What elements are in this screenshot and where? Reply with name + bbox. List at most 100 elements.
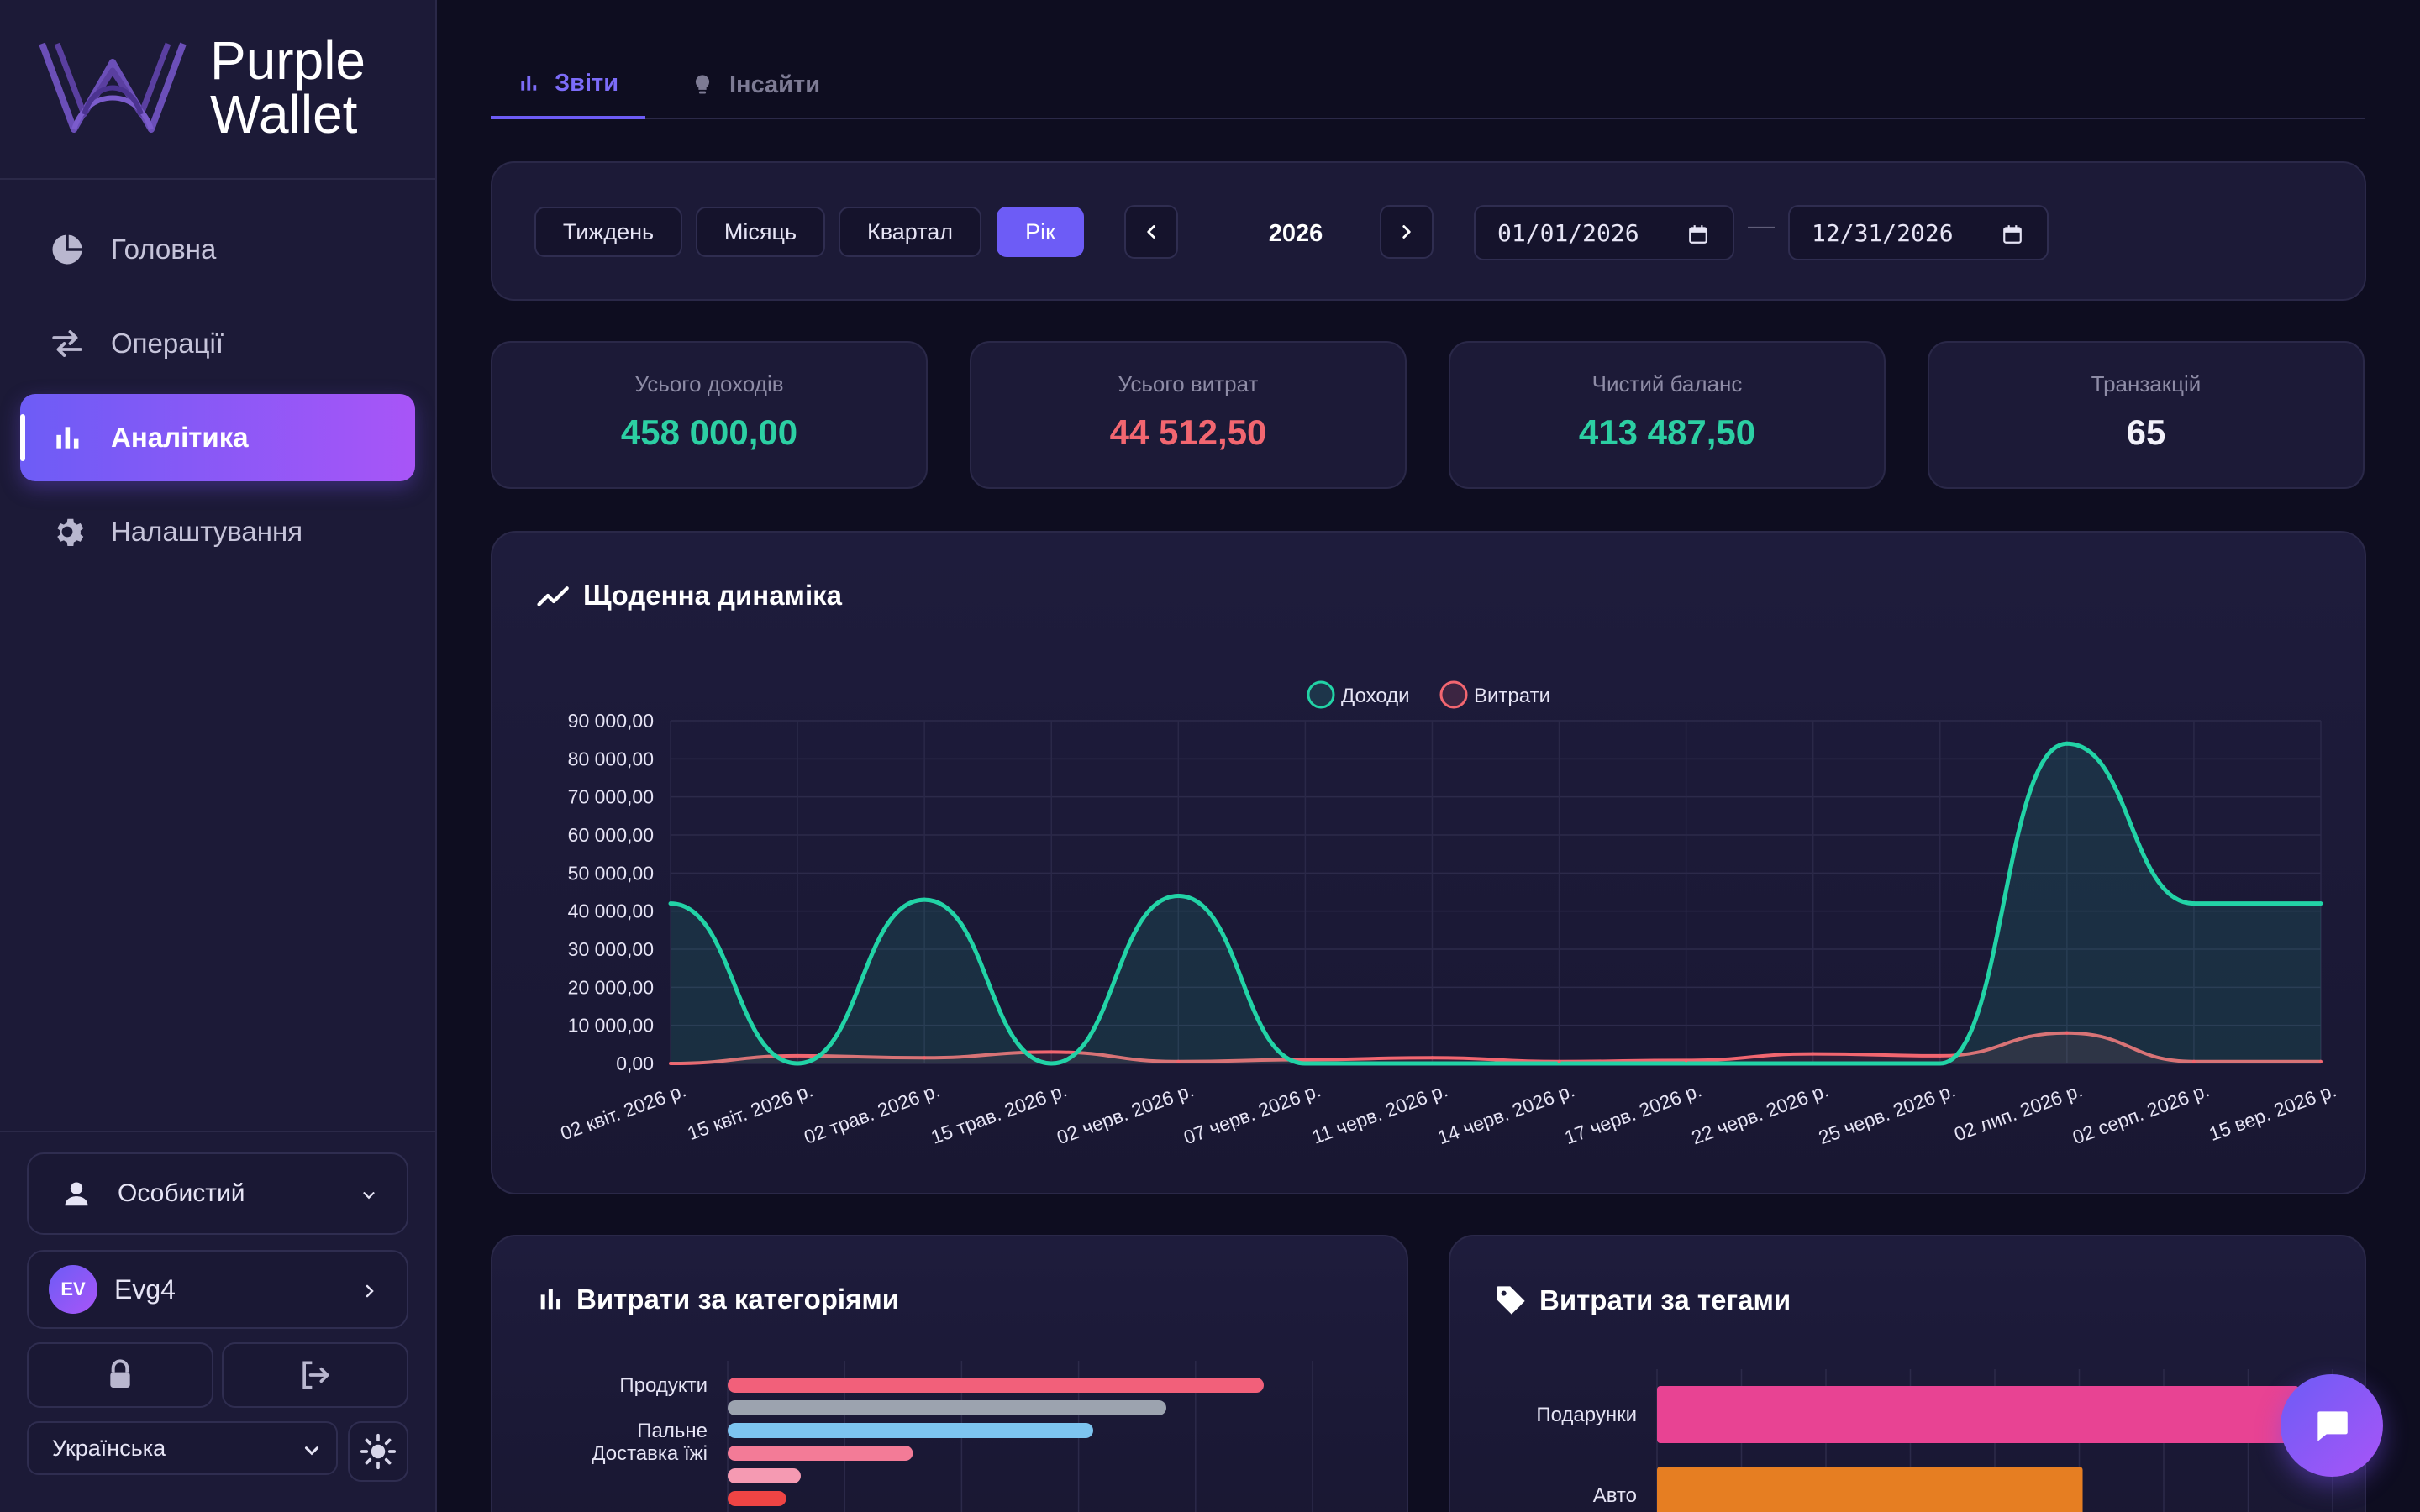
stat-label: Усього доходів — [634, 371, 784, 396]
income-point — [1429, 1061, 1434, 1066]
income-point — [1302, 1061, 1307, 1066]
stat-label: Транзакцій — [2091, 371, 2202, 396]
pie-chart-icon — [49, 231, 86, 268]
income-point — [668, 901, 673, 906]
stat-value: 413 487,50 — [1578, 412, 1756, 452]
calendar-icon[interactable] — [1687, 223, 1709, 251]
sidebar: Purple Wallet Головна Операції Аналітика — [0, 0, 437, 1512]
stat-card-transactions: Транзакцій 65 — [1928, 341, 2365, 489]
previous-period-button[interactable] — [1124, 205, 1178, 259]
theme-toggle-button[interactable] — [348, 1421, 408, 1482]
expenses-by-category-card: Витрати за категоріями Продукти Пальне Дос… — [491, 1235, 1408, 1512]
date-range-separator: — — [1748, 210, 1775, 240]
daily-dynamics-card: Щоденна динаміка Доходи Витрати 90 000,00 8… — [491, 531, 2366, 1194]
user-name: Evg4 — [114, 1273, 176, 1305]
purple-wallet-logo — [39, 42, 187, 133]
y-tick-label: 70 000,00 — [568, 786, 654, 808]
bar — [728, 1446, 913, 1461]
y-tick-label: 10 000,00 — [568, 1015, 654, 1037]
income-point — [2191, 901, 2196, 906]
x-tick-label: 14 черв. 2026 р. — [1434, 1079, 1577, 1148]
gear-icon — [49, 513, 86, 550]
y-tick-label: 80 000,00 — [568, 748, 654, 769]
sidebar-item-home[interactable]: Головна — [20, 206, 415, 293]
bar — [728, 1468, 801, 1483]
expense-point — [1430, 1056, 1434, 1060]
period-filter-card: Тиждень Місяць Квартал Рік 2026 01/01/20… — [491, 161, 2366, 301]
legend-label: Витрати — [1474, 685, 1550, 707]
profile-select[interactable]: Особистий — [27, 1152, 408, 1235]
legend-marker — [1439, 680, 1468, 709]
x-tick-label: 25 черв. 2026 р. — [1816, 1079, 1959, 1148]
y-tick-label: 20 000,00 — [568, 976, 654, 998]
tab-label: Звіти — [555, 69, 619, 97]
expense-point — [1303, 1058, 1307, 1062]
income-point — [795, 1061, 800, 1066]
expense-point — [1050, 1050, 1054, 1054]
expense-point — [1176, 1059, 1181, 1063]
sidebar-nav: Головна Операції Аналітика Налаштування — [20, 206, 415, 582]
stat-card-total-expenses: Усього витрат 44 512,50 — [970, 341, 1407, 489]
x-tick-label: 02 серп. 2026 р. — [2070, 1079, 2212, 1148]
sidebar-item-operations[interactable]: Операції — [20, 300, 415, 387]
current-year: 2026 — [1268, 219, 1323, 247]
x-tick-label: 17 черв. 2026 р. — [1561, 1079, 1704, 1148]
swap-arrows-icon — [49, 325, 86, 362]
brand[interactable]: Purple Wallet — [37, 34, 407, 151]
period-week-button[interactable]: Тиждень — [534, 207, 682, 257]
sidebar-item-settings[interactable]: Налаштування — [20, 488, 415, 575]
income-point — [2065, 741, 2070, 746]
date-from-input[interactable]: 01/01/2026 — [1474, 205, 1734, 260]
sidebar-item-analytics[interactable]: Аналітика — [20, 394, 415, 481]
bar — [728, 1378, 1264, 1393]
brand-line-2: Wallet — [210, 84, 358, 144]
calendar-icon[interactable] — [2002, 223, 2023, 251]
user-menu[interactable]: EV Evg4 — [27, 1250, 408, 1329]
income-point — [1811, 1061, 1816, 1066]
x-tick-label: 02 трав. 2026 р. — [801, 1079, 942, 1148]
bar-label: Авто — [1593, 1484, 1637, 1507]
x-tick-label: 15 трав. 2026 р. — [928, 1079, 1069, 1148]
language-label: Українська — [52, 1435, 166, 1461]
expense-point — [1557, 1059, 1561, 1063]
tab-insights[interactable]: Інсайти — [664, 50, 847, 119]
date-to-value: 12/31/2026 — [1812, 218, 1954, 247]
x-tick-label: 15 квіт. 2026 р. — [684, 1079, 815, 1144]
sidebar-item-label: Операції — [111, 328, 224, 359]
expense-point — [1684, 1058, 1688, 1063]
report-tabs: Звіти Інсайти — [491, 50, 2365, 119]
stat-value: 44 512,50 — [1109, 412, 1267, 452]
logout-button[interactable] — [222, 1342, 408, 1408]
x-tick-label: 02 лип. 2026 р. — [1951, 1079, 2085, 1145]
chevron-right-icon — [360, 1277, 380, 1308]
legend-marker — [1307, 680, 1335, 709]
chat-button[interactable] — [2281, 1374, 2383, 1477]
next-period-button[interactable] — [1380, 205, 1434, 259]
logout-icon — [297, 1357, 334, 1394]
period-quarter-button[interactable]: Квартал — [839, 207, 981, 257]
expense-point — [2319, 1059, 2323, 1063]
x-tick-label: 07 черв. 2026 р. — [1181, 1079, 1323, 1148]
stat-label: Чистий баланс — [1591, 371, 1743, 396]
period-year-button[interactable]: Рік — [997, 207, 1084, 257]
expense-point — [796, 1053, 800, 1058]
x-tick-label: 02 черв. 2026 р. — [1054, 1079, 1197, 1148]
language-select[interactable]: Українська — [27, 1421, 338, 1475]
period-month-button[interactable]: Місяць — [696, 207, 825, 257]
expense-point — [669, 1062, 672, 1065]
x-tick-label: 02 квіт. 2026 р. — [557, 1079, 688, 1144]
sidebar-divider — [0, 178, 435, 180]
bar-label: Продукти — [619, 1374, 708, 1397]
brand-name: Purple Wallet — [210, 34, 366, 141]
lock-button[interactable] — [27, 1342, 213, 1408]
bar-label: Доставка їжі — [592, 1442, 708, 1465]
chevron-down-icon — [301, 1440, 323, 1467]
date-from-value: 01/01/2026 — [1497, 218, 1639, 247]
x-tick-label: 22 черв. 2026 р. — [1689, 1079, 1832, 1148]
bar — [728, 1423, 1093, 1438]
date-to-input[interactable]: 12/31/2026 — [1788, 205, 2049, 260]
tab-reports[interactable]: Звіти — [491, 50, 646, 119]
daily-dynamics-chart: Доходи Витрати 90 000,00 80 000,00 70 000,00… — [557, 680, 2339, 1148]
y-tick-label: 90 000,00 — [568, 710, 654, 732]
brand-line-1: Purple — [210, 30, 366, 91]
